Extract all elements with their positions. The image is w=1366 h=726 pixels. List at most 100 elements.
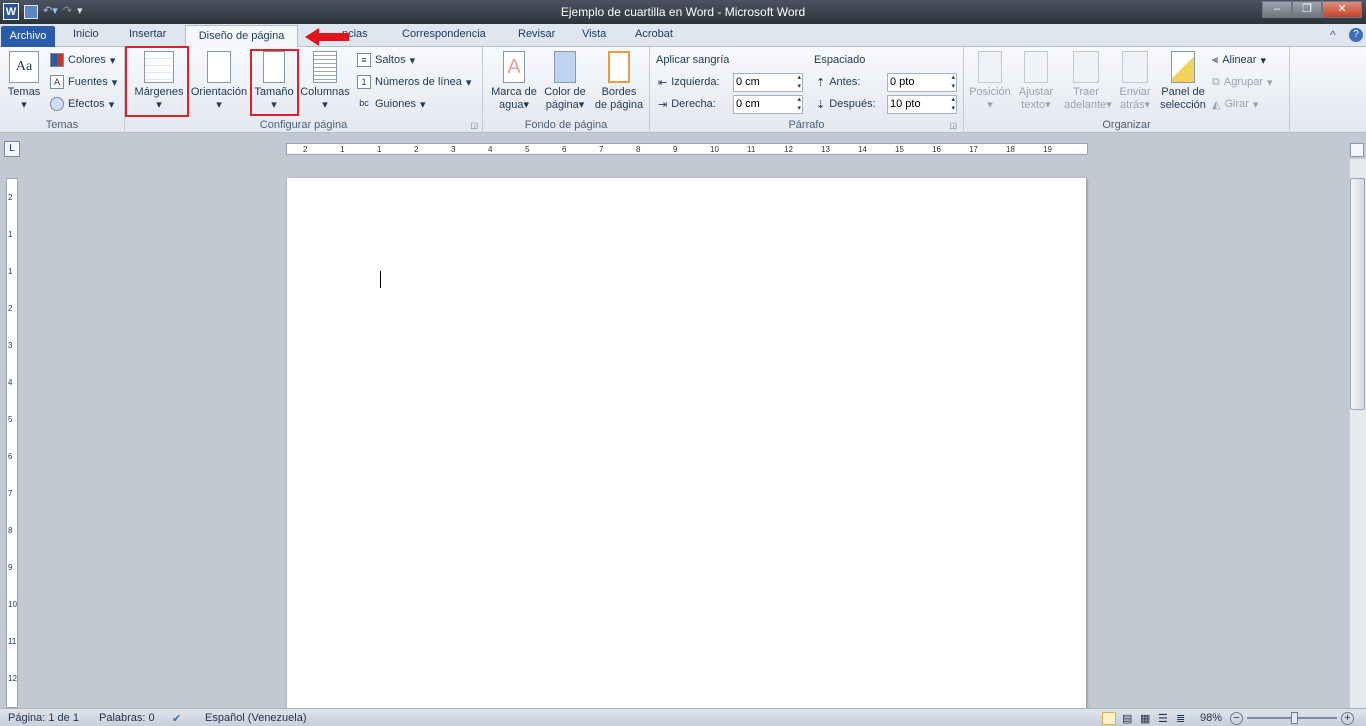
color-de-pagina-button[interactable]: Color de página▾ — [540, 51, 590, 112]
orientacion-button[interactable]: Orientación ▾ — [189, 51, 249, 112]
ribbon-tabs: Archivo Inicio Insertar Diseño de página… — [0, 24, 1366, 48]
red-arrow-icon — [305, 28, 349, 46]
colors-icon — [50, 53, 64, 67]
marca-de-agua-button[interactable]: A Marca de agua▾ — [487, 51, 541, 112]
tab-archivo[interactable]: Archivo — [1, 26, 55, 47]
spacing-after-input[interactable]: 10 pto — [887, 95, 957, 114]
status-bar: Página: 1 de 1 Palabras: 0 ✔ Español (Ve… — [0, 708, 1366, 726]
traer-label-1: Traer — [1073, 86, 1099, 98]
tab-vista[interactable]: Vista — [582, 28, 606, 40]
tab-revisar[interactable]: Revisar — [518, 28, 555, 40]
tab-selector-icon[interactable]: L — [4, 141, 20, 157]
dropdown-arrow-icon: ▾ — [987, 99, 993, 111]
guiones-button[interactable]: bc Guiones ▾ — [357, 95, 426, 113]
dropdown-arrow-icon: ▾ — [21, 99, 27, 111]
align-icon: ⫷ — [1212, 53, 1219, 66]
agrupar-button[interactable]: ⧉ Agrupar ▾ — [1212, 73, 1273, 91]
aplicar-sangria-heading: Aplicar sangría — [656, 54, 730, 66]
spacing-after-label: ⇣ Después: — [816, 95, 876, 113]
alinear-button[interactable]: ⫷ Alinear ▾ — [1212, 51, 1266, 69]
numeros-de-linea-button[interactable]: 1 Números de línea ▾ — [357, 73, 471, 91]
close-button[interactable]: ✕ — [1322, 1, 1362, 18]
tab-insertar[interactable]: Insertar — [129, 28, 166, 40]
efectos-button[interactable]: Efectos ▾ — [50, 95, 114, 113]
title-bar: W ↶▾ ↷ ▾ Ejemplo de cuartilla en Word - … — [0, 0, 1366, 24]
panel-de-seleccion-button[interactable]: Panel de selección — [1158, 51, 1208, 112]
ajustar-label-1: Ajustar — [1018, 86, 1054, 98]
maximize-button[interactable]: ❐ — [1292, 1, 1322, 18]
bordes-de-pagina-button[interactable]: Bordes de página — [591, 51, 647, 112]
scrollbar-thumb[interactable] — [1350, 178, 1365, 410]
group-label-organizar: Organizar — [1102, 119, 1151, 131]
ruler-mark: 3 — [451, 145, 456, 154]
highlight-tamano — [250, 49, 299, 116]
dropdown-arrow-icon: ▾ — [1252, 98, 1259, 111]
hyphenation-icon: bc — [359, 98, 369, 108]
proofing-icon[interactable]: ✔ — [172, 712, 181, 725]
outline-icon[interactable]: ☰ — [1158, 712, 1168, 725]
derecha-text: Derecha: — [671, 98, 716, 110]
ruler-mark: 1 — [377, 145, 382, 154]
vertical-ruler[interactable]: 2 1 1 2 3 4 5 6 7 8 9 10 11 12 — [6, 178, 18, 708]
vruler-mark: 1 — [8, 267, 13, 276]
saltos-button[interactable]: ≡ Saltos ▾ — [357, 51, 415, 69]
colores-button[interactable]: Colores ▾ — [50, 51, 115, 69]
status-pagina[interactable]: Página: 1 de 1 — [8, 712, 79, 724]
ruler-mark: 16 — [932, 145, 941, 154]
help-icon[interactable]: ? — [1349, 28, 1363, 42]
horizontal-ruler[interactable]: 2 1 1 2 3 4 5 6 7 8 9 10 11 12 13 14 15 16 17 18 19 — [286, 143, 1088, 155]
dropdown-arrow-icon: ▾ — [419, 98, 426, 111]
ruler-mark: 13 — [821, 145, 830, 154]
document-page[interactable] — [287, 178, 1086, 718]
tab-diseno-de-pagina[interactable]: Diseño de página — [185, 25, 298, 48]
spacing-before-input[interactable]: 0 pto — [887, 73, 957, 92]
print-layout-icon[interactable] — [1102, 712, 1116, 725]
zoom-level[interactable]: 98% — [1200, 712, 1222, 724]
indent-right-input[interactable]: 0 cm — [733, 95, 803, 114]
effects-icon — [50, 97, 64, 111]
fuentes-button[interactable]: A Fuentes ▾ — [50, 73, 117, 91]
tab-correspondencia[interactable]: Correspondencia — [402, 28, 486, 40]
dropdown-arrow-icon: ▾ — [578, 99, 585, 111]
tab-inicio[interactable]: Inicio — [73, 28, 99, 40]
vruler-mark: 6 — [8, 452, 13, 461]
group-label-configurar-pagina: Configurar página — [259, 119, 348, 131]
dialog-launcher-icon[interactable]: ◲ — [470, 121, 478, 130]
status-idioma[interactable]: Español (Venezuela) — [205, 712, 307, 724]
vruler-mark: 3 — [8, 341, 13, 350]
dropdown-arrow-icon: ▾ — [1267, 76, 1273, 89]
zoom-out-icon[interactable]: − — [1230, 712, 1243, 725]
draft-icon[interactable]: ≣ — [1176, 712, 1185, 725]
rotate-icon: ◭ — [1212, 98, 1221, 111]
indent-left-input[interactable]: 0 cm — [733, 73, 803, 92]
color-label-2: página — [545, 99, 579, 111]
enviar-atras-button[interactable]: Enviar atrás▾ — [1114, 51, 1156, 112]
web-layout-icon[interactable]: ▦ — [1140, 712, 1150, 725]
dropdown-arrow-icon: ▾ — [322, 99, 328, 111]
collapse-ribbon-icon[interactable]: ^ — [1330, 28, 1336, 42]
dialog-launcher-icon[interactable]: ◲ — [949, 121, 957, 130]
temas-button[interactable]: Aa Temas ▾ — [4, 51, 44, 112]
full-screen-reading-icon[interactable]: ▤ — [1122, 712, 1132, 725]
dropdown-arrow-icon: ▾ — [111, 76, 118, 89]
colores-label: Colores — [68, 54, 106, 66]
numeros-label: Números de línea — [375, 76, 462, 88]
status-palabras[interactable]: Palabras: 0 — [99, 712, 155, 724]
traer-adelante-button[interactable]: Traer adelante▾ — [1064, 51, 1112, 112]
girar-button[interactable]: ◭ Girar ▾ — [1212, 95, 1258, 113]
ruler-mark: 4 — [488, 145, 493, 154]
ajustar-texto-button[interactable]: Ajustar texto▾ — [1014, 51, 1058, 112]
posicion-button[interactable]: Posición ▾ — [968, 51, 1012, 112]
tab-acrobat[interactable]: Acrobat — [635, 28, 673, 40]
group-icon: ⧉ — [1212, 75, 1220, 88]
columnas-button[interactable]: Columnas ▾ — [299, 51, 351, 112]
temas-label: Temas — [7, 86, 41, 98]
bordes-label-2: de página — [594, 99, 644, 111]
vruler-mark: 2 — [8, 304, 13, 313]
vruler-mark: 7 — [8, 489, 13, 498]
zoom-in-icon[interactable]: + — [1341, 712, 1354, 725]
zoom-slider-handle[interactable] — [1291, 712, 1298, 724]
ruler-toggle-icon[interactable] — [1350, 143, 1364, 157]
minimize-button[interactable]: – — [1262, 1, 1292, 18]
panel-label-1: Panel de — [1161, 86, 1205, 98]
